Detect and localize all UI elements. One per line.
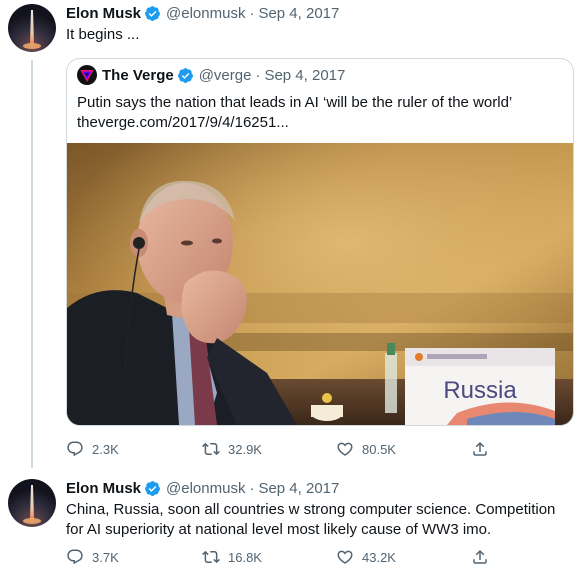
tweet-text: It begins ... [66,26,140,43]
rocket-launch-avatar-icon [8,479,56,527]
share-button[interactable] [471,440,497,458]
tweet-actions: 2.3K 32.9K 80.5K [66,440,566,460]
quoted-tweet-link[interactable]: theverge.com/2017/9/4/16251... [77,113,557,133]
quoted-tweet-header: The Verge @verge · Sep 4, 2017 [77,65,345,85]
quoted-tweet-text: Putin says the nation that leads in AI ‘… [77,93,557,133]
quoted-tweet-image[interactable]: Russia [67,143,573,425]
author-handle[interactable]: @elonmusk [166,480,245,497]
reply-button[interactable]: 2.3K [66,440,119,458]
reply-icon [66,440,92,458]
share-icon [471,548,497,566]
like-button[interactable]: 80.5K [336,440,396,458]
retweet-button[interactable]: 32.9K [202,440,262,458]
retweet-icon [202,440,228,458]
quoted-tweet-date[interactable]: Sep 4, 2017 [264,67,345,84]
retweet-icon [202,548,228,566]
reply-icon [66,548,92,566]
author-name[interactable]: Elon Musk [66,480,141,497]
separator-dot: · [249,480,255,497]
quoted-author-handle[interactable]: @verge [199,67,252,84]
reply-count: 3.7K [92,549,119,565]
share-icon [471,440,497,458]
quoted-tweet-card[interactable]: The Verge @verge · Sep 4, 2017 Putin say… [66,58,574,426]
retweet-count: 16.8K [228,549,262,565]
reply-count: 2.3K [92,441,119,457]
author-name[interactable]: Elon Musk [66,5,141,22]
verified-badge-icon [144,480,161,497]
like-button[interactable]: 43.2K [336,548,396,566]
author-handle[interactable]: @elonmusk [166,5,245,22]
share-button[interactable] [471,548,497,566]
quoted-author-name[interactable]: The Verge [102,67,174,84]
verge-logo-icon [77,65,97,85]
tweet-actions: 3.7K 16.8K 43.2K [66,548,566,568]
retweet-button[interactable]: 16.8K [202,548,262,566]
verified-badge-icon [177,67,194,84]
like-count: 80.5K [362,441,396,457]
retweet-count: 32.9K [228,441,262,457]
tweet-date[interactable]: Sep 4, 2017 [258,5,339,22]
like-count: 43.2K [362,549,396,565]
verified-badge-icon [144,5,161,22]
placard-text: Russia [443,377,517,404]
tweet-text: China, Russia, soon all countries w stro… [66,501,556,538]
avatar[interactable] [8,479,56,527]
heart-icon [336,548,362,566]
tweet-header: Elon Musk @elonmusk · Sep 4, 2017 [66,5,339,22]
tweet-header: Elon Musk @elonmusk · Sep 4, 2017 [66,480,339,497]
quoted-tweet-body: Putin says the nation that leads in AI ‘… [77,94,513,111]
heart-icon [336,440,362,458]
separator-dot: · [249,5,255,22]
avatar[interactable] [8,4,56,52]
separator-dot: · [255,66,261,84]
thread-line [31,60,33,468]
tweet-date[interactable]: Sep 4, 2017 [258,480,339,497]
reply-button[interactable]: 3.7K [66,548,119,566]
rocket-launch-avatar-icon [8,4,56,52]
